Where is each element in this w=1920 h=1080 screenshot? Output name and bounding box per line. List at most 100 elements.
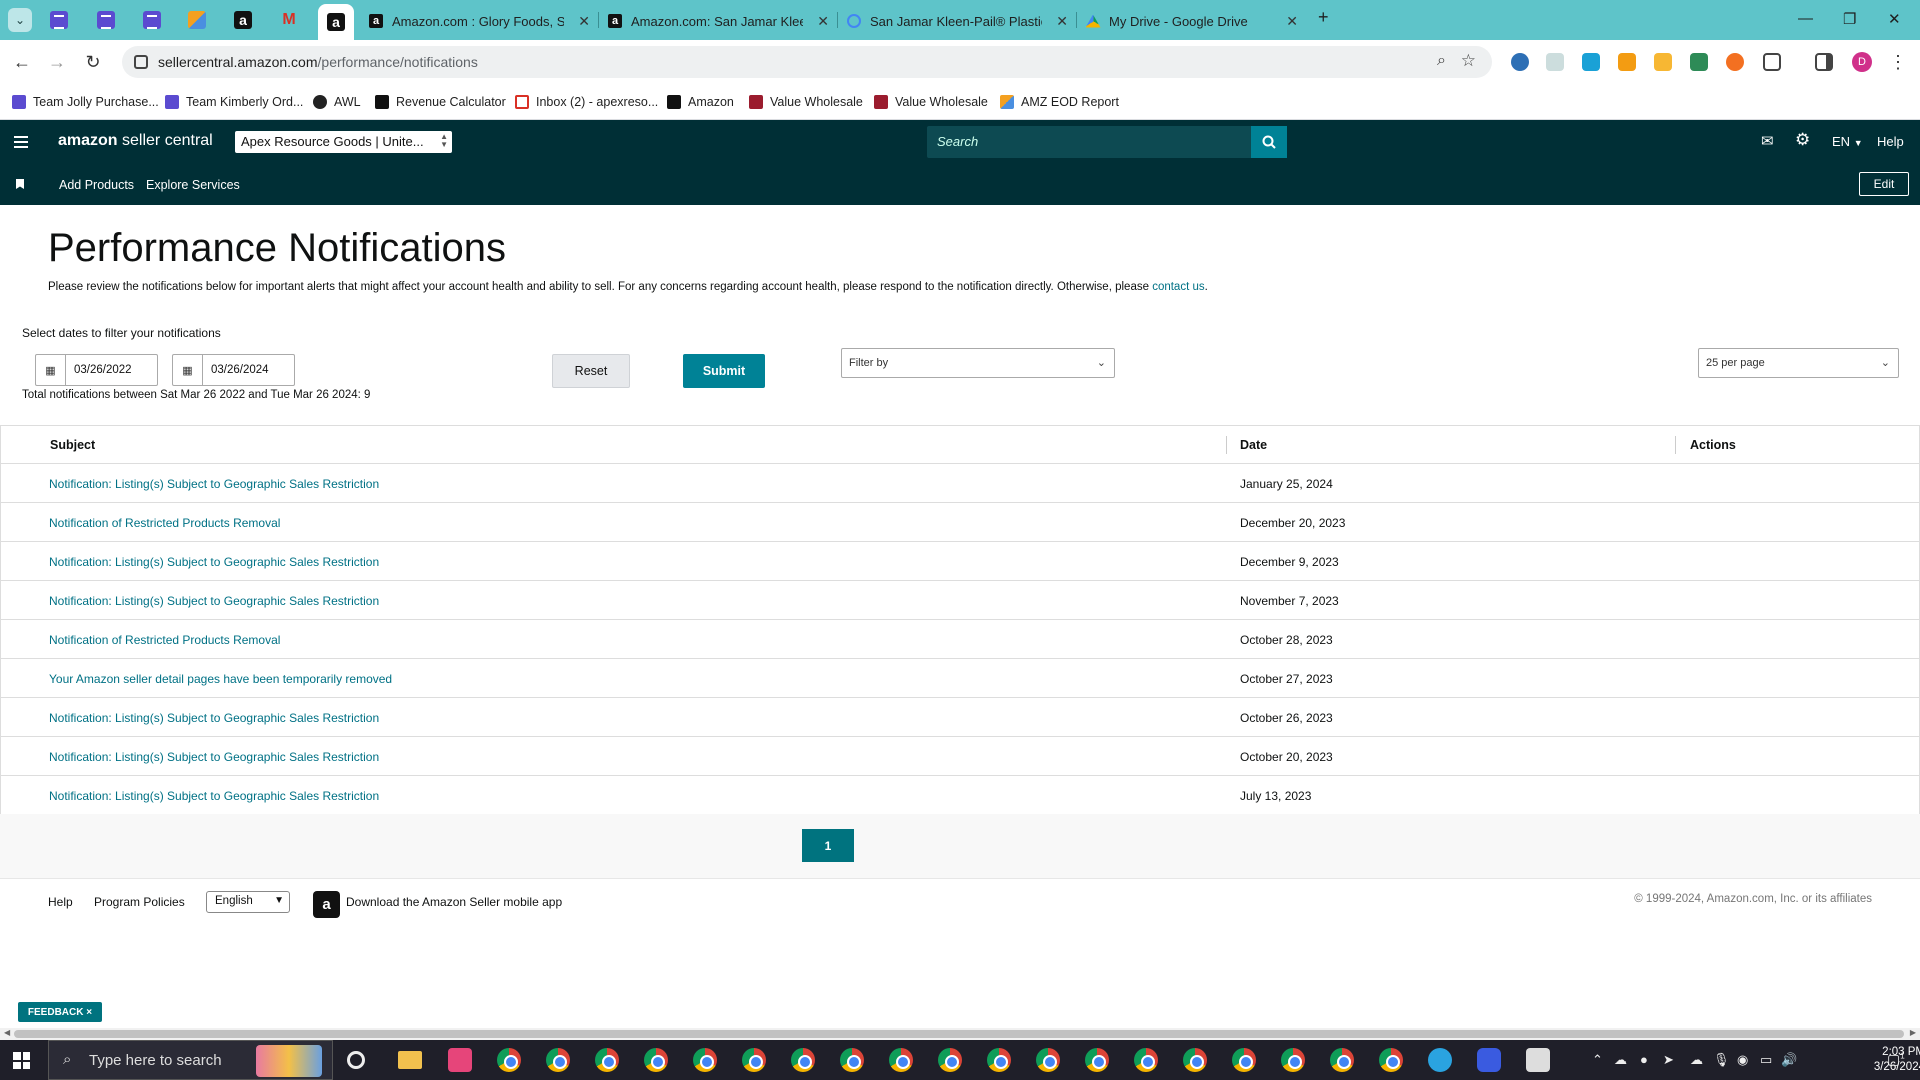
chrome-icon[interactable]: [546, 1048, 570, 1072]
close-window-button[interactable]: ✕: [1888, 10, 1901, 28]
bookmark-item[interactable]: Revenue Calculator: [375, 95, 506, 109]
gear-icon[interactable]: ⚙: [1795, 130, 1810, 150]
date-from-field[interactable]: ▦ 03/26/2022: [35, 354, 158, 386]
scrollbar-thumb[interactable]: [14, 1030, 1904, 1038]
reset-button[interactable]: Reset: [552, 354, 630, 388]
pinned-tab-amazon[interactable]: a: [231, 8, 255, 32]
chrome-icon[interactable]: [1036, 1048, 1060, 1072]
amazon-app-icon[interactable]: a: [313, 891, 340, 918]
bookmark-item[interactable]: AWL: [313, 95, 361, 109]
browser-tab[interactable]: a Amazon.com: San Jamar Kleen- ✕: [607, 6, 835, 36]
cloud-icon[interactable]: ☁: [1690, 1052, 1703, 1068]
footer-policies-link[interactable]: Program Policies: [94, 895, 185, 909]
file-explorer-icon[interactable]: [398, 1051, 422, 1069]
close-icon[interactable]: ✕: [817, 13, 829, 30]
chrome-icon[interactable]: [497, 1048, 521, 1072]
speaker-icon[interactable]: 🔊: [1781, 1052, 1797, 1068]
notification-link[interactable]: Your Amazon seller detail pages have bee…: [49, 672, 392, 686]
network-icon[interactable]: ☁: [1614, 1052, 1627, 1068]
footer-language-select[interactable]: English ▼: [206, 891, 290, 913]
url-text[interactable]: sellercentral.amazon.com/performance/not…: [158, 54, 478, 70]
bookmark-item[interactable]: Inbox (2) - apexreso...: [515, 95, 658, 109]
wifi-icon[interactable]: ▭: [1760, 1052, 1772, 1068]
hamburger-menu-icon[interactable]: [14, 136, 28, 148]
browser-tab[interactable]: San Jamar Kleen-Pail® Plastic C ✕: [846, 6, 1074, 36]
calendar-icon[interactable]: ▦: [36, 355, 66, 385]
pinned-tab-gmail[interactable]: M: [277, 8, 301, 32]
download-app-link[interactable]: Download the Amazon Seller mobile app: [346, 895, 562, 909]
notification-link[interactable]: Notification: Listing(s) Subject to Geog…: [49, 711, 379, 725]
scroll-right-icon[interactable]: ▶: [1910, 1028, 1916, 1037]
pinned-tab-active-amazon[interactable]: a: [318, 4, 354, 40]
tab-search-button[interactable]: ⌄: [8, 8, 32, 32]
profile-avatar[interactable]: D: [1852, 52, 1872, 72]
bookmark-star-icon[interactable]: ☆: [1461, 51, 1476, 71]
telegram-icon[interactable]: [1428, 1048, 1452, 1072]
zoom-tray-icon[interactable]: ●: [1640, 1052, 1648, 1067]
filter-by-select[interactable]: Filter by ⌄: [841, 348, 1115, 378]
bookmark-icon[interactable]: [16, 179, 24, 189]
help-link[interactable]: Help: [1877, 134, 1904, 149]
notification-link[interactable]: Notification: Listing(s) Subject to Geog…: [49, 789, 379, 803]
paint-icon[interactable]: [1526, 1048, 1550, 1072]
zoom-icon[interactable]: [1477, 1048, 1501, 1072]
account-switcher[interactable]: Apex Resource Goods | Unite... ▲ ▼: [235, 131, 452, 153]
chrome-icon[interactable]: [1281, 1048, 1305, 1072]
chrome-icon[interactable]: [1330, 1048, 1354, 1072]
extensions-puzzle-icon[interactable]: [1763, 53, 1781, 71]
site-info-icon[interactable]: [134, 55, 148, 69]
mail-icon[interactable]: ✉: [1761, 132, 1774, 150]
chrome-icon[interactable]: [1183, 1048, 1207, 1072]
address-bar[interactable]: sellercentral.amazon.com/performance/not…: [122, 46, 1492, 78]
pinned-tab-eod[interactable]: [185, 8, 209, 32]
browser-tab[interactable]: a Amazon.com : Glory Foods, Sea ✕: [368, 6, 596, 36]
footer-help-link[interactable]: Help: [48, 895, 73, 909]
pinned-tab-list[interactable]: [94, 8, 118, 32]
chrome-icon[interactable]: [1134, 1048, 1158, 1072]
chrome-icon[interactable]: [987, 1048, 1011, 1072]
telegram-tray-icon[interactable]: ➤: [1663, 1052, 1674, 1068]
date-from-value[interactable]: 03/26/2022: [74, 364, 132, 376]
task-view-icon[interactable]: [347, 1051, 365, 1069]
bookmark-item[interactable]: Value Wholesale: [749, 95, 863, 109]
forward-button[interactable]: →: [45, 50, 69, 74]
scroll-left-icon[interactable]: ◀: [4, 1028, 10, 1037]
chrome-icon[interactable]: [938, 1048, 962, 1072]
bookmark-item[interactable]: AMZ EOD Report: [1000, 95, 1119, 109]
chrome-icon[interactable]: [1085, 1048, 1109, 1072]
chrome-icon[interactable]: [693, 1048, 717, 1072]
side-panel-icon[interactable]: [1815, 53, 1833, 71]
edit-button[interactable]: Edit: [1859, 172, 1909, 196]
new-tab-button[interactable]: +: [1318, 7, 1329, 28]
taskbar-search[interactable]: ⌕ Type here to search: [48, 1040, 333, 1080]
chrome-icon[interactable]: [595, 1048, 619, 1072]
windows-start-icon[interactable]: [13, 1052, 30, 1069]
extension-icon[interactable]: [1690, 53, 1708, 71]
notification-link[interactable]: Notification: Listing(s) Subject to Geog…: [49, 477, 379, 491]
pinned-tab-list[interactable]: [140, 8, 164, 32]
browser-menu-button[interactable]: ⋮: [1886, 50, 1910, 74]
minimize-button[interactable]: —: [1798, 10, 1813, 27]
close-icon[interactable]: ✕: [578, 13, 590, 30]
notification-link[interactable]: Notification: Listing(s) Subject to Geog…: [49, 555, 379, 569]
extension-icon[interactable]: [1654, 53, 1672, 71]
date-to-value[interactable]: 03/26/2024: [211, 364, 269, 376]
restore-button[interactable]: ❐: [1843, 10, 1856, 28]
bookmark-item[interactable]: Amazon: [667, 95, 734, 109]
close-icon[interactable]: ✕: [1056, 13, 1068, 30]
bookmark-item[interactable]: Value Wholesale: [874, 95, 988, 109]
notification-link[interactable]: Notification of Restricted Products Remo…: [49, 633, 280, 647]
slack-icon[interactable]: [448, 1048, 472, 1072]
notification-link[interactable]: Notification: Listing(s) Subject to Geog…: [49, 750, 379, 764]
extension-icon[interactable]: [1546, 53, 1564, 71]
search-button[interactable]: [1251, 126, 1287, 158]
chrome-icon[interactable]: [1379, 1048, 1403, 1072]
extension-icon[interactable]: [1726, 53, 1744, 71]
microphone-icon[interactable]: 🎙: [1713, 1052, 1730, 1068]
horizontal-scrollbar[interactable]: ◀ ▶: [0, 1028, 1920, 1040]
zoom-icon[interactable]: ⌕: [1437, 52, 1446, 70]
nav-explore-services[interactable]: Explore Services: [146, 178, 240, 192]
pinned-tab-list[interactable]: [47, 8, 71, 32]
extension-icon[interactable]: [1618, 53, 1636, 71]
browser-tab[interactable]: My Drive - Google Drive ✕: [1085, 6, 1304, 36]
